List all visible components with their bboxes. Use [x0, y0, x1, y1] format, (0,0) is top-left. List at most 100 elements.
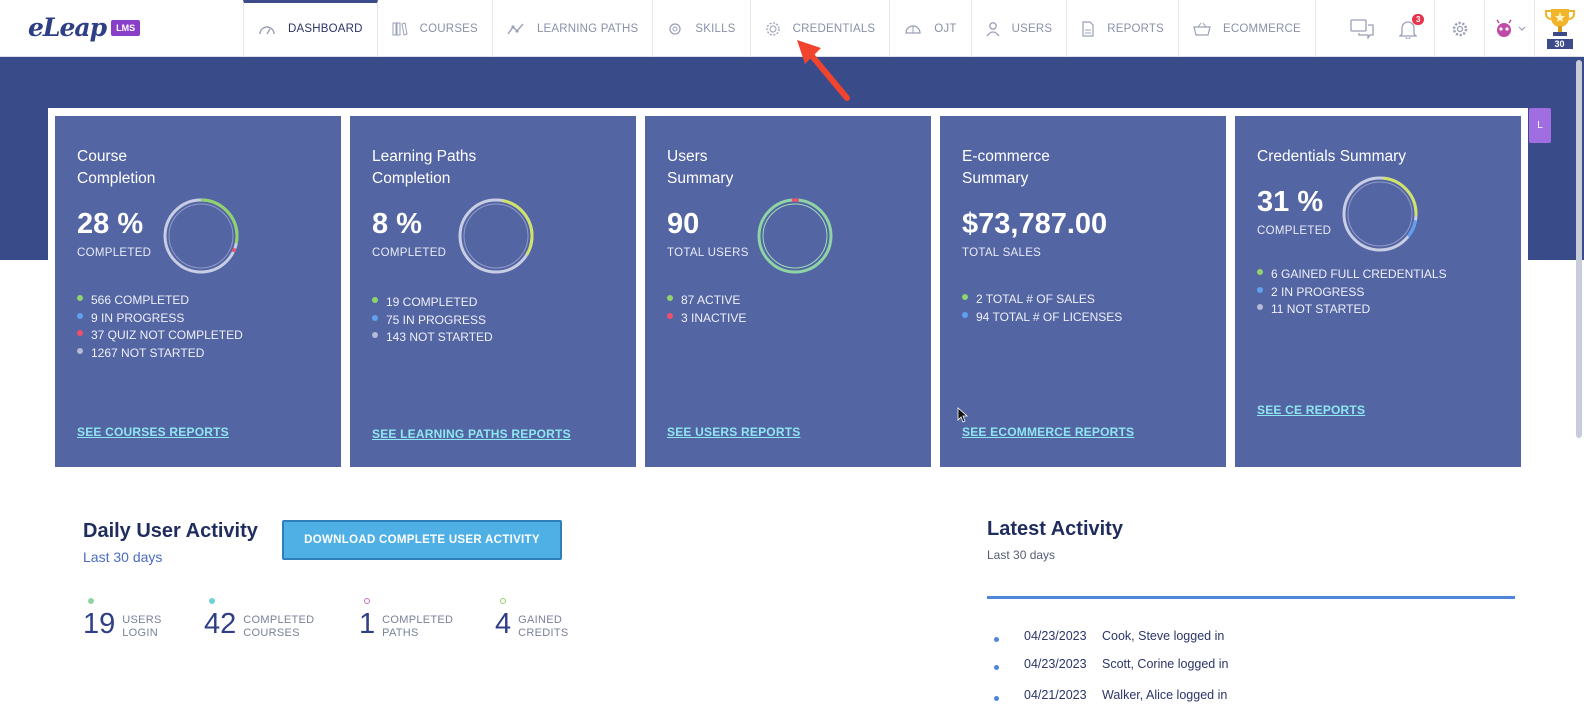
nav-learning-paths[interactable]: LEARNING PATHS	[493, 0, 654, 57]
activity-row: 04/23/2023 Cook, Steve logged in	[994, 629, 1224, 643]
stat-number: 19	[83, 608, 116, 640]
nav-ecommerce[interactable]: ECOMMERCE	[1179, 0, 1316, 57]
gray-dot-icon	[372, 332, 378, 338]
completed-label: COMPLETED	[77, 247, 152, 259]
nav-ojt[interactable]: OJT	[890, 0, 972, 57]
stat-label-line: COMPLETED	[243, 613, 315, 626]
credentials-completion-percent: 31 %	[1257, 186, 1324, 218]
latest-activity-divider	[987, 596, 1515, 599]
activity-text: Cook, Steve logged in	[1102, 629, 1225, 643]
see-courses-reports-link[interactable]: SEE COURSES REPORTS	[77, 425, 229, 439]
nav-reports[interactable]: REPORTS	[1067, 0, 1180, 57]
pink-dot-icon	[364, 598, 370, 604]
credentials-legend: 6 GAINED FULL CREDENTIALS 2 IN PROGRESS …	[1257, 266, 1447, 319]
stat-label: COMPLETED PATHS	[382, 614, 453, 640]
main-nav: DASHBOARD COURSES LEARNING PATHS SKILLS …	[243, 0, 1316, 57]
legend-text: 6 GAINED FULL CREDENTIALS	[1271, 267, 1447, 281]
messages-button[interactable]	[1342, 0, 1382, 57]
annotation-arrow-icon	[797, 40, 850, 101]
legend-item: 566 COMPLETED	[77, 292, 243, 310]
legend-item: 87 ACTIVE	[667, 292, 746, 310]
green-dot-icon	[500, 598, 506, 604]
bullet-icon	[994, 664, 999, 670]
download-user-activity-button[interactable]: DOWNLOAD COMPLETE USER ACTIVITY	[282, 520, 562, 560]
card-title-line: Summary	[667, 170, 734, 187]
activity-text: Scott, Corine logged in	[1102, 657, 1229, 671]
activity-date: 04/21/2023	[1024, 688, 1087, 702]
see-ce-reports-link[interactable]: SEE CE REPORTS	[1257, 403, 1365, 417]
page-scrollbar[interactable]	[1576, 60, 1582, 438]
legend-item: 94 TOTAL # OF LICENSES	[962, 309, 1122, 327]
legend-item: 9 IN PROGRESS	[77, 310, 243, 328]
legend-item: 37 QUIZ NOT COMPLETED	[77, 327, 243, 345]
stat-label: COMPLETED COURSES	[243, 614, 314, 640]
latest-activity-subtitle: Last 30 days	[987, 548, 1056, 562]
legend-item: 6 GAINED FULL CREDENTIALS	[1257, 266, 1447, 284]
see-ecommerce-reports-link[interactable]: SEE ECOMMERCE REPORTS	[962, 425, 1134, 439]
card-title-line: Summary	[962, 170, 1029, 187]
nav-label: DASHBOARD	[288, 22, 363, 35]
latest-activity-title: Latest Activity	[987, 518, 1123, 540]
notifications-button[interactable]: 3	[1382, 0, 1434, 57]
card-title-line: Learning Paths	[372, 148, 477, 165]
notification-count-badge: 3	[1412, 14, 1425, 25]
green-dot-icon	[88, 598, 94, 604]
card-title-line: Completion	[372, 170, 451, 187]
paths-legend: 19 COMPLETED 75 IN PROGRESS 143 NOT STAR…	[372, 294, 493, 347]
card-title: Learning Paths Completion	[372, 146, 476, 190]
daily-activity-subtitle: Last 30 days	[83, 549, 163, 565]
blue-dot-icon	[77, 312, 83, 319]
legend-text: 2 IN PROGRESS	[1271, 284, 1365, 299]
legend-item: 11 NOT STARTED	[1257, 301, 1447, 319]
ecommerce-summary-card: E-commerce Summary $73,787.00 TOTAL SALE…	[940, 116, 1226, 467]
legend-text: 1267 NOT STARTED	[91, 345, 205, 360]
gear-icon	[1452, 21, 1467, 36]
user-avatar-menu[interactable]	[1484, 0, 1534, 57]
legend-text: 75 IN PROGRESS	[386, 312, 487, 327]
users-donut-chart	[757, 198, 833, 274]
course-completion-card: Course Completion 28 % COMPLETED 566 COM…	[55, 116, 341, 467]
card-title-line: Completion	[77, 170, 156, 187]
side-tab[interactable]: L	[1529, 108, 1551, 143]
card-title: Course Completion	[77, 146, 155, 190]
legend-text: 566 COMPLETED	[91, 293, 190, 307]
legend-text: 94 TOTAL # OF LICENSES	[976, 309, 1123, 324]
nav-label: SKILLS	[695, 22, 736, 35]
nav-label: CREDENTIALS	[792, 22, 876, 35]
legend-text: 2 TOTAL # OF SALES	[976, 292, 1095, 306]
legend-text: 37 QUIZ NOT COMPLETED	[91, 328, 243, 342]
stat-completed-paths: 1 COMPLETED PATHS	[359, 598, 453, 641]
settings-button[interactable]	[1434, 0, 1484, 57]
bullet-icon	[994, 636, 999, 642]
see-learning-paths-reports-link[interactable]: SEE LEARNING PATHS REPORTS	[372, 427, 571, 441]
activity-text: Walker, Alice logged in	[1102, 688, 1228, 702]
completed-label: COMPLETED	[372, 247, 447, 259]
trophy-points[interactable]: 30	[1534, 0, 1584, 57]
gauge-icon	[259, 25, 275, 34]
stat-number: 1	[359, 608, 376, 640]
paths-donut-chart	[458, 198, 534, 274]
nav-label: REPORTS	[1107, 22, 1165, 35]
report-icon	[1082, 20, 1094, 37]
nav-skills[interactable]: SKILLS	[653, 0, 751, 57]
green-dot-icon	[1257, 269, 1263, 275]
green-dot-icon	[667, 295, 673, 301]
nav-dashboard[interactable]: DASHBOARD	[243, 0, 378, 57]
credentials-icon	[765, 21, 780, 36]
course-completion-percent: 28 %	[77, 208, 144, 240]
legend-text: 9 IN PROGRESS	[91, 310, 185, 325]
red-dot-icon	[77, 330, 83, 336]
nav-users[interactable]: USERS	[972, 0, 1068, 57]
legend-text: 11 NOT STARTED	[1271, 302, 1371, 316]
nav-label: LEARNING PATHS	[536, 22, 639, 35]
nav-courses[interactable]: COURSES	[378, 0, 493, 57]
nav-label: COURSES	[419, 22, 478, 35]
logo[interactable]: eLeap LMS	[28, 13, 141, 42]
stat-label-line: GAINED	[518, 613, 563, 626]
blue-dot-icon	[1257, 286, 1263, 293]
activity-row: 04/23/2023 Scott, Corine logged in	[994, 657, 1228, 671]
lms-badge: LMS	[111, 19, 141, 36]
daily-activity-title: Daily User Activity	[83, 520, 258, 542]
gray-dot-icon	[77, 347, 83, 354]
see-users-reports-link[interactable]: SEE USERS REPORTS	[667, 425, 800, 439]
